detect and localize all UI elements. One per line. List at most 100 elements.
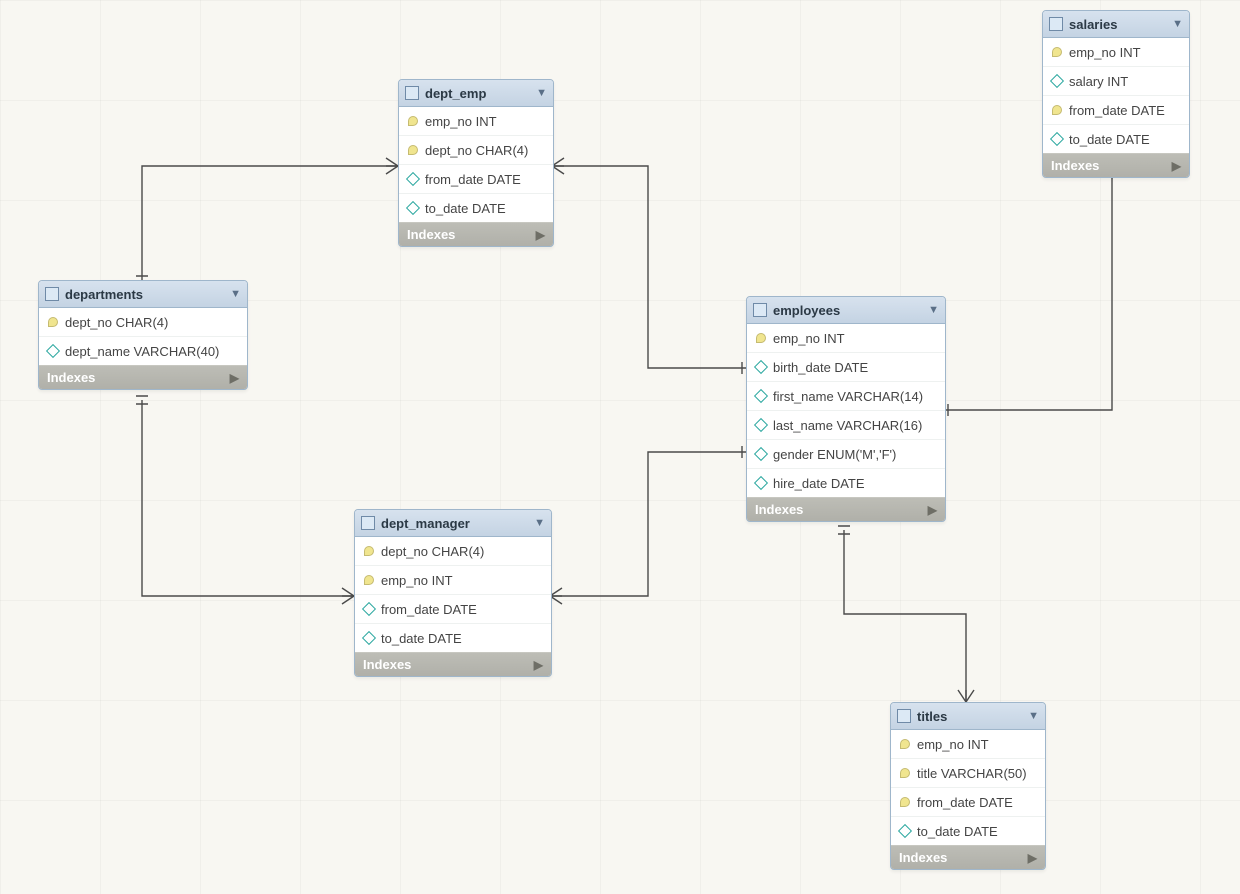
- indexes-section[interactable]: Indexes▶: [747, 498, 945, 521]
- indexes-section[interactable]: Indexes▶: [1043, 154, 1189, 177]
- column-label: emp_no INT: [773, 331, 845, 346]
- column-row[interactable]: to_date DATE: [399, 194, 553, 223]
- table-icon: [361, 516, 375, 530]
- column-label: to_date DATE: [381, 631, 462, 646]
- column-row[interactable]: from_date DATE: [1043, 96, 1189, 125]
- chevron-down-icon[interactable]: ▼: [534, 517, 545, 529]
- column-label: emp_no INT: [381, 573, 453, 588]
- column-row[interactable]: emp_no INT: [891, 730, 1045, 759]
- entity-salaries[interactable]: salaries ▼ emp_no INT salary INT from_date D…: [1042, 10, 1190, 178]
- relationship-line: [552, 166, 746, 368]
- entity-header[interactable]: salaries ▼: [1043, 11, 1189, 38]
- column-label: dept_name VARCHAR(40): [65, 344, 219, 359]
- column-row[interactable]: emp_no INT: [355, 566, 551, 595]
- column-label: emp_no INT: [1069, 45, 1141, 60]
- primary-key-icon: [1051, 47, 1063, 57]
- column-label: title VARCHAR(50): [917, 766, 1027, 781]
- indexes-label: Indexes: [407, 227, 455, 242]
- column-row[interactable]: from_date DATE: [891, 788, 1045, 817]
- attribute-icon: [755, 391, 767, 401]
- column-row[interactable]: to_date DATE: [891, 817, 1045, 846]
- primary-key-icon: [363, 575, 375, 585]
- chevron-down-icon[interactable]: ▼: [928, 304, 939, 316]
- table-icon: [45, 287, 59, 301]
- primary-key-icon: [899, 739, 911, 749]
- entity-dept_emp[interactable]: dept_emp ▼ emp_no INT dept_no CHAR(4) from_d…: [398, 79, 554, 247]
- column-label: birth_date DATE: [773, 360, 868, 375]
- column-row[interactable]: emp_no INT: [1043, 38, 1189, 67]
- primary-key-icon: [899, 797, 911, 807]
- column-row[interactable]: emp_no INT: [399, 107, 553, 136]
- entity-header[interactable]: dept_emp ▼: [399, 80, 553, 107]
- attribute-icon: [47, 346, 59, 356]
- chevron-right-icon: ▶: [534, 658, 543, 672]
- entity-header[interactable]: employees▼: [747, 297, 945, 324]
- attribute-icon: [1051, 76, 1063, 86]
- attribute-icon: [407, 203, 419, 213]
- er-canvas[interactable]: departments ▼ dept_no CHAR(4) dept_name VAR…: [0, 0, 1240, 894]
- entity-header[interactable]: departments ▼: [39, 281, 247, 308]
- column-row[interactable]: dept_name VARCHAR(40): [39, 337, 247, 366]
- column-label: from_date DATE: [425, 172, 521, 187]
- attribute-icon: [755, 478, 767, 488]
- entity-title: departments: [65, 287, 224, 302]
- column-row[interactable]: dept_no CHAR(4): [399, 136, 553, 165]
- column-label: last_name VARCHAR(16): [773, 418, 922, 433]
- column-label: dept_no CHAR(4): [425, 143, 528, 158]
- column-label: to_date DATE: [917, 824, 998, 839]
- entity-dept_manager[interactable]: dept_manager▼ dept_no CHAR(4) emp_no INT fr…: [354, 509, 552, 677]
- attribute-icon: [755, 362, 767, 372]
- column-row[interactable]: salary INT: [1043, 67, 1189, 96]
- attribute-icon: [755, 449, 767, 459]
- column-row[interactable]: first_name VARCHAR(14): [747, 382, 945, 411]
- primary-key-icon: [47, 317, 59, 327]
- indexes-section[interactable]: Indexes▶: [355, 653, 551, 676]
- entity-employees[interactable]: employees▼ emp_no INT birth_date DATE first…: [746, 296, 946, 522]
- column-row[interactable]: emp_no INT: [747, 324, 945, 353]
- column-row[interactable]: from_date DATE: [399, 165, 553, 194]
- entity-titles[interactable]: titles▼emp_no INT title VARCHAR(50) from_d…: [890, 702, 1046, 870]
- columns-list: emp_no INT title VARCHAR(50) from_date DAT…: [891, 730, 1045, 846]
- column-row[interactable]: gender ENUM('M','F'): [747, 440, 945, 469]
- relationship-line: [142, 400, 354, 596]
- chevron-down-icon[interactable]: ▼: [1172, 18, 1183, 30]
- column-row[interactable]: hire_date DATE: [747, 469, 945, 498]
- primary-key-icon: [407, 145, 419, 155]
- column-label: dept_no CHAR(4): [381, 544, 484, 559]
- entity-title: salaries: [1069, 17, 1166, 32]
- indexes-section[interactable]: Indexes▶: [399, 223, 553, 246]
- attribute-icon: [363, 604, 375, 614]
- entity-departments[interactable]: departments ▼ dept_no CHAR(4) dept_name VAR…: [38, 280, 248, 390]
- relationship-line: [844, 530, 966, 702]
- chevron-down-icon[interactable]: ▼: [1028, 710, 1039, 722]
- columns-list: emp_no INT salary INT from_date DATE to_dat…: [1043, 38, 1189, 154]
- primary-key-icon: [899, 768, 911, 778]
- attribute-icon: [407, 174, 419, 184]
- column-label: salary INT: [1069, 74, 1128, 89]
- column-row[interactable]: last_name VARCHAR(16): [747, 411, 945, 440]
- entity-header[interactable]: titles▼: [891, 703, 1045, 730]
- primary-key-icon: [363, 546, 375, 556]
- relationship-line: [142, 166, 398, 280]
- column-row[interactable]: dept_no CHAR(4): [355, 537, 551, 566]
- chevron-right-icon: ▶: [1028, 851, 1037, 865]
- column-row[interactable]: to_date DATE: [1043, 125, 1189, 154]
- indexes-section[interactable]: Indexes▶: [39, 366, 247, 389]
- column-row[interactable]: from_date DATE: [355, 595, 551, 624]
- primary-key-icon: [755, 333, 767, 343]
- entity-title: dept_emp: [425, 86, 530, 101]
- columns-list: emp_no INT dept_no CHAR(4) from_date DATE t…: [399, 107, 553, 223]
- chevron-right-icon: ▶: [230, 371, 239, 385]
- indexes-section[interactable]: Indexes▶: [891, 846, 1045, 869]
- entity-header[interactable]: dept_manager▼: [355, 510, 551, 537]
- chevron-right-icon: ▶: [928, 503, 937, 517]
- chevron-down-icon[interactable]: ▼: [230, 288, 241, 300]
- column-row[interactable]: dept_no CHAR(4): [39, 308, 247, 337]
- chevron-down-icon[interactable]: ▼: [536, 87, 547, 99]
- column-row[interactable]: title VARCHAR(50): [891, 759, 1045, 788]
- columns-list: dept_no CHAR(4) emp_no INT from_date DATE t…: [355, 537, 551, 653]
- column-row[interactable]: to_date DATE: [355, 624, 551, 653]
- column-label: from_date DATE: [1069, 103, 1165, 118]
- columns-list: emp_no INT birth_date DATE first_name VARC…: [747, 324, 945, 498]
- column-row[interactable]: birth_date DATE: [747, 353, 945, 382]
